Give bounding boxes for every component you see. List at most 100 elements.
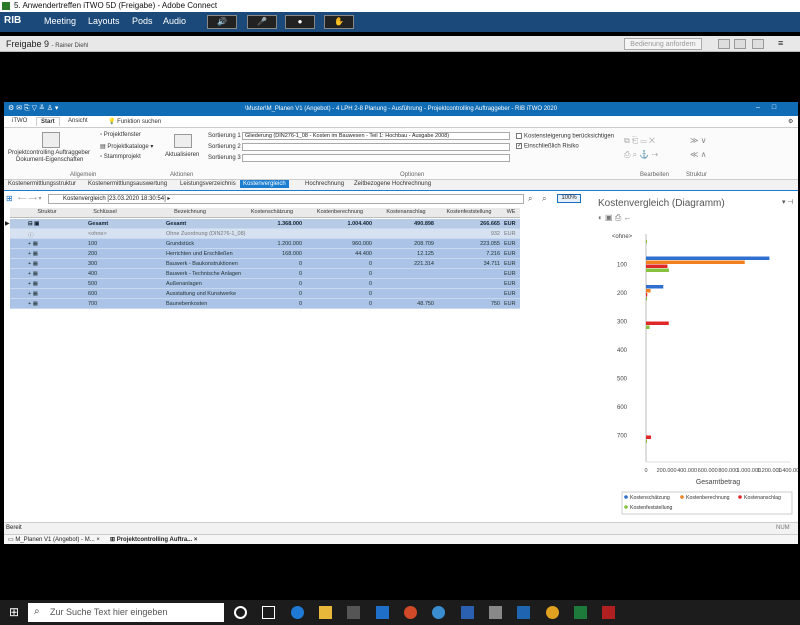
bar-Kostenanschlag-100	[646, 264, 668, 268]
table-row[interactable]: ⓘ <ohne> Ohne Zuordnung (DIN276-1_08) 932 EU…	[10, 229, 520, 239]
projekt-button-line1[interactable]: Projektcontrolling Auftraggeber	[8, 150, 90, 156]
store-icon[interactable]	[347, 606, 360, 619]
opt-kostensteigerung[interactable]: Kostensteigerung berücksichtigen	[516, 133, 614, 140]
grid-settings-icon[interactable]: ⊞	[6, 194, 13, 203]
col-kostenberechnung[interactable]: Kostenberechnung	[308, 209, 372, 215]
menu-pods[interactable]: Pods	[132, 16, 153, 26]
mail-icon[interactable]	[376, 606, 389, 619]
table-row[interactable]: + ▦ 300 Bauwerk - Baukonstruktionen 0 0 221.3…	[10, 259, 520, 269]
bar-Kostenfeststellung-300	[646, 325, 650, 329]
nav-back-forward[interactable]: ⟵ ⟶ ▾	[18, 195, 42, 202]
menu-meeting[interactable]: Meeting	[44, 16, 76, 26]
table-row[interactable]: ⊟ ▣ Gesamt Gesamt 1.368.000 1.004.400 490.898…	[10, 219, 520, 229]
checkbox-kostensteigerung[interactable]	[516, 133, 522, 139]
tab-ansicht[interactable]: Ansicht	[64, 117, 92, 125]
expand-icons[interactable]: ≪ ∧	[690, 150, 706, 159]
cortana-icon[interactable]	[234, 606, 247, 619]
outlook-icon[interactable]	[517, 606, 530, 619]
vtab-hochrechnung[interactable]: Hochrechnung	[305, 181, 344, 187]
sort3-select[interactable]	[242, 154, 510, 162]
chart-toolbar[interactable]: ◐ ▣ ⎙ ←	[598, 213, 631, 223]
vtab-kostenvergleich[interactable]: Kostenvergleich	[240, 180, 289, 188]
edit-tools[interactable]: ⧉ ⎗ ▭ ✕	[624, 136, 655, 146]
col-kostenfeststellung[interactable]: Kostenfeststellung	[438, 209, 500, 215]
settings-icon[interactable]: ⚙	[784, 117, 797, 126]
webcam-button[interactable]: ●	[285, 15, 315, 29]
zoom-out-icon[interactable]: ⌕	[528, 194, 532, 204]
projektfenster-button[interactable]: ▫ Projektfenster	[100, 132, 141, 138]
zoom-select[interactable]: 100%	[557, 194, 581, 203]
vtab-kostenermittlungsstruktur[interactable]: Kostenermittlungsstruktur	[8, 181, 76, 187]
speaker-button[interactable]: 🔊	[207, 15, 237, 29]
app-icon-2[interactable]	[489, 606, 502, 619]
edit-tools-2[interactable]: ⎙ ⌕ ⚓ ⇢	[624, 150, 658, 160]
col-schluessel[interactable]: Schlüssel	[88, 209, 122, 215]
tree-node-icon[interactable]: + ▦	[28, 301, 38, 307]
tree-node-icon[interactable]: + ▦	[28, 251, 38, 257]
stammprojekt-button[interactable]: ▫ Stammprojekt	[100, 154, 141, 160]
windows-start-icon[interactable]: ⊞	[9, 605, 19, 619]
chart-pane-menu-icon[interactable]: ▾ ⊣	[782, 198, 794, 206]
fullscreen-icon[interactable]	[752, 39, 764, 49]
table-row[interactable]: + ▦ 600 Ausstattung und Kunstwerke 0 0 EUR	[10, 289, 520, 299]
menu-audio[interactable]: Audio	[163, 16, 186, 26]
excel-icon[interactable]	[574, 606, 587, 619]
explorer-icon[interactable]	[319, 606, 332, 619]
powerpoint-icon[interactable]	[404, 606, 417, 619]
col-kostenschaetzung[interactable]: Kostenschätzung	[242, 209, 302, 215]
chrome-icon[interactable]	[546, 606, 559, 619]
tree-node-icon[interactable]: ⊟ ▣	[28, 221, 39, 227]
col-kostenanschlag[interactable]: Kostenanschlag	[378, 209, 434, 215]
edge-icon[interactable]	[291, 606, 304, 619]
tree-node-icon[interactable]: + ▦	[28, 271, 38, 277]
grid-title-field[interactable]: Kostenvergleich [23.03.2020 18:30:54] ▸	[48, 194, 524, 204]
cell-key: 700	[88, 301, 98, 307]
tree-node-icon[interactable]: ⓘ	[28, 231, 34, 239]
vtab-zeitbezogene-hochrechnung[interactable]: Zeitbezogene Hochrechnung	[354, 181, 431, 187]
sort2-select[interactable]	[242, 143, 510, 151]
projekt-button-line2[interactable]: Dokument-Eigenschaften	[16, 157, 83, 163]
table-row[interactable]: + ▦ 200 Herrichten und Erschließen 168.000 4…	[10, 249, 520, 259]
tab-start[interactable]: Start	[36, 117, 60, 126]
request-control-button[interactable]: Bedienung anfordern	[624, 38, 702, 50]
col-we[interactable]: WE	[504, 209, 518, 215]
zoom-in-icon[interactable]: ⌕	[542, 194, 546, 204]
collapse-icons[interactable]: ≫ ∨	[690, 136, 706, 145]
function-search[interactable]: 💡 Funktion suchen	[104, 117, 165, 126]
tree-node-icon[interactable]: + ▦	[28, 241, 38, 247]
checkbox-risiko[interactable]: ✓	[516, 143, 522, 149]
table-row[interactable]: + ▦ 400 Bauwerk - Technische Anlagen 0 0 EUR	[10, 269, 520, 279]
itwo-icon[interactable]	[602, 606, 615, 619]
table-row[interactable]: + ▦ 700 Baunebenkosten 0 0 48.750 750 EUR	[10, 299, 520, 309]
refresh-grid-icon[interactable]	[174, 134, 192, 148]
tree-node-icon[interactable]: + ▦	[28, 291, 38, 297]
table-row[interactable]: + ▦ 100 Grundstück 1.200.000 960.000 208.709 2…	[10, 239, 520, 249]
col-bezeichnung[interactable]: Bezeichnung	[160, 209, 220, 215]
doctab-projektcontrolling[interactable]: ⊞ Projektcontrolling Auftra... ×	[110, 536, 197, 543]
col-struktur[interactable]: Struktur	[32, 209, 62, 215]
app-icon-1[interactable]	[432, 606, 445, 619]
sort1-select[interactable]: Gliederung (DIN276-1_08 - Kosten im Bauw…	[242, 132, 510, 140]
window-controls[interactable]: –□	[756, 104, 788, 111]
vtab-leistungsverzeichnis[interactable]: Leistungsverzeichnis	[180, 181, 236, 187]
taskbar-search-input[interactable]: Zur Suche Text hier eingeben	[28, 603, 224, 622]
word-icon[interactable]	[461, 606, 474, 619]
aktualisieren-button[interactable]: Aktualisieren	[165, 152, 199, 158]
table-row[interactable]: + ▦ 500 Außenanlagen 0 0 EUR	[10, 279, 520, 289]
fit-width-icon[interactable]	[718, 39, 730, 49]
tree-node-icon[interactable]: + ▦	[28, 261, 38, 267]
pod-menu-icon[interactable]: ≡	[778, 39, 790, 49]
projektkataloge-button[interactable]: ▤ Projektkataloge ▾	[100, 143, 153, 150]
tab-itwo[interactable]: iTWO	[8, 117, 31, 125]
microphone-button[interactable]: 🎤	[247, 15, 277, 29]
tree-node-icon[interactable]: + ▦	[28, 281, 38, 287]
hand-raise-button[interactable]: ✋	[324, 15, 354, 29]
search-icon: ⌕	[34, 606, 40, 617]
opt-risiko[interactable]: ✓ Einschließlich Risiko	[516, 143, 579, 150]
task-view-icon[interactable]	[262, 606, 275, 619]
actual-size-icon[interactable]	[734, 39, 746, 49]
doctab-planen[interactable]: ▭ M_Planen V1 (Angebot) - M... ×	[8, 536, 100, 543]
menu-layouts[interactable]: Layouts	[88, 16, 120, 26]
quick-access-toolbar[interactable]: ⚙ ✉ ⎘ ▽ ≚ ♙ ▾	[8, 104, 58, 113]
vtab-kostenermittlungsauswertung[interactable]: Kostenermittlungsauswertung	[88, 181, 167, 187]
